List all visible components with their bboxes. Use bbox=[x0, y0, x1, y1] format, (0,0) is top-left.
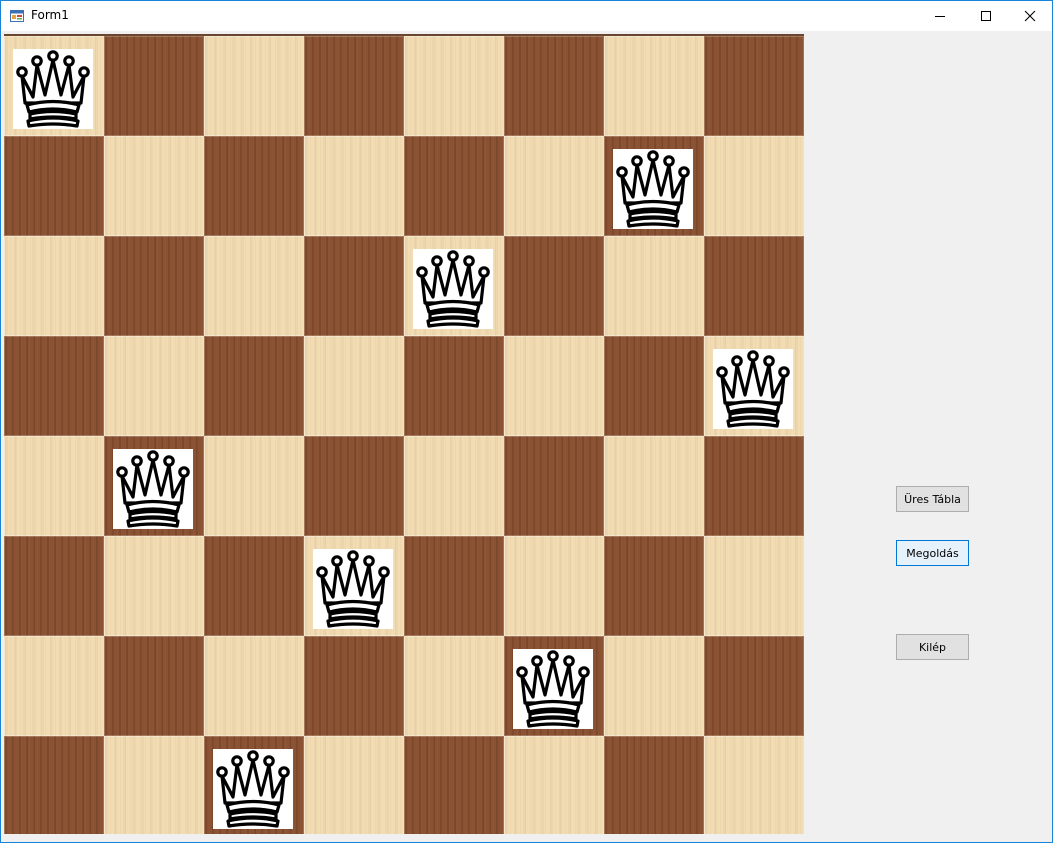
queen-piece bbox=[413, 249, 493, 329]
queen-icon bbox=[316, 550, 390, 628]
board-square[interactable] bbox=[504, 736, 604, 836]
board-square[interactable] bbox=[104, 736, 204, 836]
board-square[interactable] bbox=[4, 536, 104, 636]
board-square[interactable] bbox=[404, 736, 504, 836]
board-square[interactable] bbox=[704, 536, 804, 636]
board-square[interactable] bbox=[704, 636, 804, 736]
form-app-icon bbox=[10, 10, 24, 22]
queen-icon bbox=[216, 750, 290, 828]
board-square[interactable] bbox=[404, 436, 504, 536]
board-square[interactable] bbox=[604, 536, 704, 636]
window-title: Form1 bbox=[31, 8, 69, 22]
close-icon bbox=[1024, 10, 1036, 22]
board-square[interactable] bbox=[104, 436, 204, 536]
board-square[interactable] bbox=[104, 136, 204, 236]
board-square[interactable] bbox=[404, 36, 504, 136]
board-square[interactable] bbox=[4, 336, 104, 436]
board-square[interactable] bbox=[204, 336, 304, 436]
board-square[interactable] bbox=[304, 36, 404, 136]
minimize-icon bbox=[935, 16, 945, 17]
board-square[interactable] bbox=[504, 336, 604, 436]
board-square[interactable] bbox=[604, 36, 704, 136]
title-bar[interactable]: Form1 bbox=[1, 1, 1052, 31]
empty-board-button[interactable]: Üres Tábla bbox=[896, 486, 969, 512]
exit-button[interactable]: Kilép bbox=[896, 634, 969, 660]
board-square[interactable] bbox=[504, 36, 604, 136]
queen-icon bbox=[516, 650, 590, 728]
board-square[interactable] bbox=[604, 136, 704, 236]
board-square[interactable] bbox=[704, 436, 804, 536]
board-square[interactable] bbox=[404, 336, 504, 436]
minimize-button[interactable] bbox=[917, 1, 963, 31]
queen-piece bbox=[513, 649, 593, 729]
board-square[interactable] bbox=[204, 736, 304, 836]
board-square[interactable] bbox=[604, 636, 704, 736]
board-square[interactable] bbox=[604, 736, 704, 836]
board-square[interactable] bbox=[304, 136, 404, 236]
board-square[interactable] bbox=[4, 636, 104, 736]
queen-icon bbox=[116, 450, 190, 528]
queen-piece bbox=[13, 49, 93, 129]
board-square[interactable] bbox=[704, 136, 804, 236]
board-square[interactable] bbox=[704, 736, 804, 836]
board-square[interactable] bbox=[104, 336, 204, 436]
board-square[interactable] bbox=[104, 236, 204, 336]
board-square[interactable] bbox=[604, 436, 704, 536]
board-square[interactable] bbox=[504, 536, 604, 636]
queen-piece bbox=[613, 149, 693, 229]
queen-piece bbox=[313, 549, 393, 629]
board-square[interactable] bbox=[504, 136, 604, 236]
maximize-button[interactable] bbox=[963, 1, 1009, 31]
board-square[interactable] bbox=[104, 636, 204, 736]
board-square[interactable] bbox=[604, 336, 704, 436]
queen-piece bbox=[113, 449, 193, 529]
board-square[interactable] bbox=[204, 36, 304, 136]
board-square[interactable] bbox=[504, 236, 604, 336]
main-window: Form1 Üres Tábla Megoldás Kilép bbox=[0, 0, 1053, 843]
chess-board bbox=[4, 34, 804, 836]
board-square[interactable] bbox=[104, 36, 204, 136]
board-square[interactable] bbox=[404, 236, 504, 336]
board-square[interactable] bbox=[504, 636, 604, 736]
board-square[interactable] bbox=[304, 236, 404, 336]
board-square[interactable] bbox=[4, 736, 104, 836]
queen-icon bbox=[416, 250, 490, 328]
maximize-icon bbox=[981, 11, 991, 21]
board-square[interactable] bbox=[404, 536, 504, 636]
board-square[interactable] bbox=[504, 436, 604, 536]
queen-piece bbox=[713, 349, 793, 429]
board-square[interactable] bbox=[304, 336, 404, 436]
board-square[interactable] bbox=[4, 36, 104, 136]
board-square[interactable] bbox=[4, 136, 104, 236]
queen-icon bbox=[716, 350, 790, 428]
queen-icon bbox=[16, 50, 90, 128]
queen-piece bbox=[213, 749, 293, 829]
board-square[interactable] bbox=[304, 736, 404, 836]
board-square[interactable] bbox=[204, 436, 304, 536]
solve-button[interactable]: Megoldás bbox=[896, 540, 969, 566]
board-square[interactable] bbox=[4, 236, 104, 336]
queen-icon bbox=[616, 150, 690, 228]
board-square[interactable] bbox=[704, 336, 804, 436]
board-square[interactable] bbox=[704, 36, 804, 136]
board-square[interactable] bbox=[404, 136, 504, 236]
board-square[interactable] bbox=[604, 236, 704, 336]
board-square[interactable] bbox=[704, 236, 804, 336]
board-square[interactable] bbox=[204, 136, 304, 236]
board-square[interactable] bbox=[104, 536, 204, 636]
close-button[interactable] bbox=[1007, 1, 1052, 31]
board-square[interactable] bbox=[304, 636, 404, 736]
board-square[interactable] bbox=[204, 536, 304, 636]
board-square[interactable] bbox=[204, 636, 304, 736]
board-square[interactable] bbox=[4, 436, 104, 536]
window-bottom-edge bbox=[1, 834, 1052, 842]
board-square[interactable] bbox=[304, 436, 404, 536]
board-square[interactable] bbox=[404, 636, 504, 736]
board-square[interactable] bbox=[304, 536, 404, 636]
board-square[interactable] bbox=[204, 236, 304, 336]
